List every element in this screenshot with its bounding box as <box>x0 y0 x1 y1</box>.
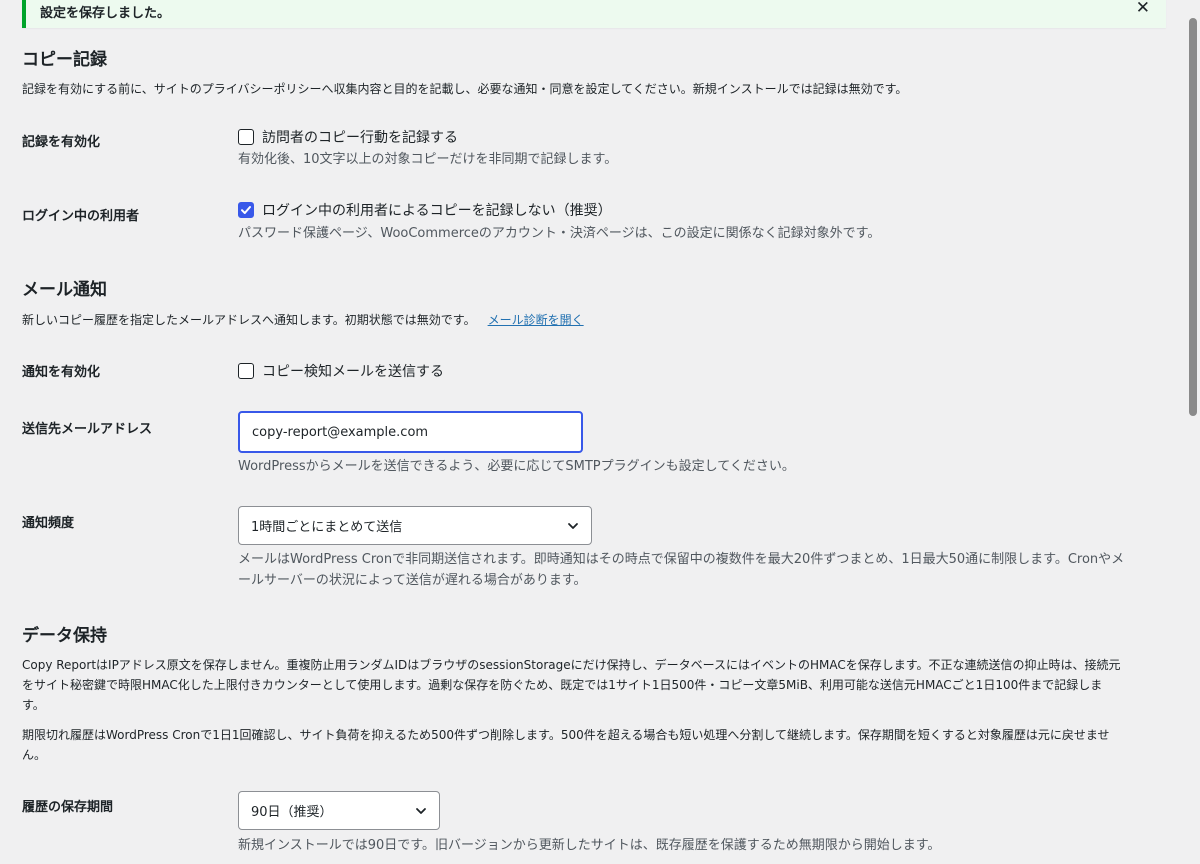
retention-period-help: 新規インストールでは90日です。旧バージョンから更新したサイトは、既存履歴を保護… <box>238 838 941 853</box>
chevron-down-icon <box>568 523 578 529</box>
section-description-copy-record: 記録を有効にする前に、サイトのプライバシーポリシーへ収集内容と目的を記載し、必要… <box>22 82 908 96</box>
logged-in-checkbox[interactable] <box>238 202 254 218</box>
logged-in-help: パスワード保護ページ、WooCommerceのアカウント・決済ページは、この設定… <box>238 226 881 241</box>
logged-in-checkbox-row[interactable]: ログイン中の利用者によるコピーを記録しない（推奨） <box>238 200 612 220</box>
frequency-help-line1: メールはWordPress Cronで非同期送信されます。即時通知はその時点で保… <box>238 552 1125 567</box>
retention-paragraph-2: 期限切れ履歴はWordPress Cronで1日1回確認し、サイト負荷を抑えるた… <box>22 725 1168 765</box>
enable-record-checkbox-row[interactable]: 訪問者のコピー行動を記録する <box>238 127 458 147</box>
label-enable-notify: 通知を有効化 <box>22 365 101 380</box>
frequency-selected-value: 1時間ごとにまとめて送信 <box>251 520 403 535</box>
mail-diagnostics-link[interactable]: メール診断を開く <box>488 313 584 327</box>
enable-record-help: 有効化後、10文字以上の対象コピーだけを非同期で記録します。 <box>238 152 618 167</box>
success-notice: 設定を保存しました。 ✕ <box>22 0 1166 28</box>
label-email-address: 送信先メールアドレス <box>22 422 153 437</box>
mail-description-text: 新しいコピー履歴を指定したメールアドレスへ通知します。初期状態では無効です。 <box>22 313 476 327</box>
retention-p1-line1: Copy ReportはIPアドレス原文を保存しません。重複防止用ランダムIDは… <box>22 658 1121 672</box>
enable-notify-checkbox[interactable] <box>238 363 254 379</box>
enable-record-checkbox-label[interactable]: 訪問者のコピー行動を記録する <box>262 127 458 147</box>
checkmark-icon <box>241 206 251 214</box>
label-enable-record: 記録を有効化 <box>22 135 101 150</box>
email-address-input[interactable] <box>238 411 583 453</box>
frequency-help-line2: ールサーバーの状況によって送信が遅れる場合があります。 <box>238 573 587 588</box>
section-title-copy-record: コピー記録 <box>22 50 107 70</box>
retention-p2-line1: 期限切れ履歴はWordPress Cronで1日1回確認し、サイト負荷を抑えるた… <box>22 728 1110 742</box>
enable-notify-checkbox-label[interactable]: コピー検知メールを送信する <box>262 361 444 381</box>
section-title-retention: データ保持 <box>22 626 107 646</box>
logged-in-checkbox-label[interactable]: ログイン中の利用者によるコピーを記録しない（推奨） <box>262 200 612 220</box>
retention-p1-line2: をサイト秘密鍵で時限HMAC化した上限付きカウンターとして使用します。過剰な保存… <box>22 678 1103 692</box>
section-title-mail: メール通知 <box>22 280 107 300</box>
label-frequency: 通知頻度 <box>22 516 75 531</box>
retention-period-selected-value: 90日（推奨） <box>251 805 333 820</box>
retention-p1-line3: す。 <box>22 698 45 712</box>
frequency-select[interactable]: 1時間ごとにまとめて送信 <box>238 506 592 545</box>
retention-paragraph-1: Copy ReportはIPアドレス原文を保存しません。重複防止用ランダムIDは… <box>22 655 1168 715</box>
enable-record-checkbox[interactable] <box>238 129 254 145</box>
label-retention-period: 履歴の保存期間 <box>22 800 114 815</box>
retention-p2-line2: ん。 <box>22 748 47 762</box>
scrollbar-thumb[interactable] <box>1189 18 1197 416</box>
label-logged-in: ログイン中の利用者 <box>22 209 140 224</box>
chevron-down-icon <box>416 808 426 814</box>
frequency-help: メールはWordPress Cronで非同期送信されます。即時通知はその時点で保… <box>238 549 1168 591</box>
close-icon[interactable]: ✕ <box>1136 0 1150 18</box>
section-description-mail: 新しいコピー履歴を指定したメールアドレスへ通知します。初期状態では無効です。 メー… <box>22 310 1168 330</box>
email-address-help: WordPressからメールを送信できるよう、必要に応じてSMTPプラグインも設… <box>238 459 795 474</box>
enable-notify-checkbox-row[interactable]: コピー検知メールを送信する <box>238 361 444 381</box>
notice-text: 設定を保存しました。 <box>40 6 171 21</box>
retention-period-select[interactable]: 90日（推奨） <box>238 791 440 830</box>
scrollbar-track[interactable] <box>1186 0 1200 864</box>
